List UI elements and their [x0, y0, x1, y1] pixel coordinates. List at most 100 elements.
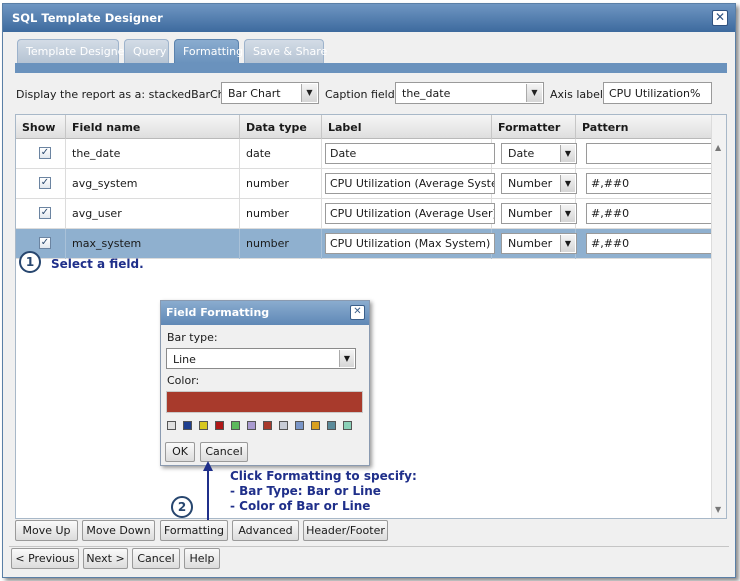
advanced-button[interactable]: Advanced [232, 520, 299, 541]
color-chip[interactable] [247, 421, 256, 430]
show-checkbox[interactable]: ✓ [39, 207, 51, 219]
move-down-button[interactable]: Move Down [82, 520, 155, 541]
bar-type-select[interactable]: Line ▼ [166, 348, 356, 369]
bar-type-label: Bar type: [167, 331, 218, 344]
axis-label-input[interactable]: CPU Utilization% [603, 82, 712, 104]
pattern-input[interactable]: #,##0 [586, 233, 714, 254]
report-settings-row: Display the report as a: stackedBarChart… [15, 82, 727, 108]
column-header-show[interactable]: Show [16, 115, 66, 139]
formatter-select[interactable]: Number ▼ [501, 203, 577, 224]
step-1-badge: 1 [19, 251, 41, 273]
column-header-pattern[interactable]: Pattern [576, 115, 712, 139]
pattern-cell: #,##0 [576, 199, 714, 229]
formatter-value: Number [508, 237, 553, 250]
chevron-down-icon[interactable]: ▼ [560, 235, 575, 252]
chevron-down-icon[interactable]: ▼ [560, 145, 575, 162]
table-row[interactable]: ✓ the_date date Date Date ▼ [16, 139, 714, 169]
fields-grid: Show Field name Data type Label Formatte… [15, 114, 727, 519]
formatting-button[interactable]: Formatting [160, 520, 228, 541]
color-chip[interactable] [183, 421, 192, 430]
sql-template-designer-window: SQL Template Designer ✕ Template Designe… [2, 3, 736, 578]
column-header-data-type[interactable]: Data type [240, 115, 322, 139]
formatter-select[interactable]: Number ▼ [501, 173, 577, 194]
pattern-cell [576, 139, 714, 169]
move-up-button[interactable]: Move Up [15, 520, 78, 541]
color-chip[interactable] [199, 421, 208, 430]
color-chip[interactable] [167, 421, 176, 430]
bar-type-value: Line [173, 353, 196, 366]
color-chip[interactable] [215, 421, 224, 430]
formatter-cell: Date ▼ [492, 139, 577, 169]
ok-button[interactable]: OK [165, 442, 195, 462]
tab-formatting[interactable]: Formatting [174, 39, 243, 63]
previous-button[interactable]: < Previous [11, 548, 79, 569]
chevron-down-icon[interactable]: ▼ [560, 205, 575, 222]
cancel-button[interactable]: Cancel [132, 548, 180, 569]
pattern-input[interactable] [586, 143, 714, 164]
caption-field-select[interactable]: the_date ▼ [395, 82, 544, 104]
tab-query[interactable]: Query [124, 39, 169, 63]
selected-color-swatch[interactable] [166, 391, 363, 413]
footer-divider [9, 546, 729, 547]
show-checkbox[interactable]: ✓ [39, 177, 51, 189]
grid-vertical-scrollbar[interactable]: ▲ ▼ [711, 115, 726, 518]
tab-save-share[interactable]: Save & Share [244, 39, 327, 63]
formatter-value: Date [508, 147, 535, 160]
color-chip[interactable] [311, 421, 320, 430]
label-input[interactable]: CPU Utilization (Max System) [325, 233, 495, 254]
table-row[interactable]: ✓ avg_user number CPU Utilization (Avera… [16, 199, 714, 229]
data-type-cell: number [240, 229, 322, 259]
chevron-down-icon[interactable]: ▼ [339, 350, 354, 367]
color-chip[interactable] [279, 421, 288, 430]
show-cell: ✓ [16, 199, 66, 229]
step-2-line: Click Formatting to specify: [230, 469, 417, 483]
label-cell: CPU Utilization (Average System) [322, 169, 495, 199]
label-input[interactable]: Date [325, 143, 495, 164]
show-cell: ✓ [16, 139, 66, 169]
show-checkbox[interactable]: ✓ [39, 147, 51, 159]
grid-header: Show Field name Data type Label Formatte… [16, 115, 712, 139]
label-input[interactable]: CPU Utilization (Average User) [325, 203, 495, 224]
close-icon[interactable]: ✕ [350, 305, 365, 320]
data-type-cell: date [240, 139, 322, 169]
color-chip[interactable] [327, 421, 336, 430]
formatter-select[interactable]: Number ▼ [501, 233, 577, 254]
field-name-cell: max_system [66, 229, 240, 259]
scroll-up-icon[interactable]: ▲ [715, 143, 721, 152]
show-checkbox[interactable]: ✓ [39, 237, 51, 249]
color-chip[interactable] [295, 421, 304, 430]
show-cell: ✓ [16, 169, 66, 199]
tab-template-designer[interactable]: Template Designer [17, 39, 129, 63]
chart-type-select[interactable]: Bar Chart ▼ [221, 82, 319, 104]
formatter-cell: Number ▼ [492, 199, 577, 229]
arrow-up-icon [203, 461, 213, 525]
formatter-select[interactable]: Date ▼ [501, 143, 577, 164]
table-row-selected[interactable]: ✓ max_system number CPU Utilization (Max… [16, 229, 714, 259]
close-icon[interactable]: ✕ [712, 10, 728, 26]
column-header-field-name[interactable]: Field name [66, 115, 240, 139]
header-footer-button[interactable]: Header/Footer [303, 520, 388, 541]
color-chip[interactable] [231, 421, 240, 430]
pattern-input[interactable]: #,##0 [586, 203, 714, 224]
formatter-cell: Number ▼ [492, 169, 577, 199]
field-name-cell: avg_user [66, 199, 240, 229]
help-button[interactable]: Help [184, 548, 220, 569]
pattern-input[interactable]: #,##0 [586, 173, 714, 194]
field-name-cell: avg_system [66, 169, 240, 199]
column-header-label[interactable]: Label [322, 115, 492, 139]
color-chip[interactable] [263, 421, 272, 430]
chevron-down-icon[interactable]: ▼ [301, 84, 317, 102]
data-type-cell: number [240, 169, 322, 199]
scroll-down-icon[interactable]: ▼ [715, 505, 721, 514]
chevron-down-icon[interactable]: ▼ [560, 175, 575, 192]
field-formatting-dialog: Field Formatting ✕ Bar type: Line ▼ Colo… [160, 300, 370, 466]
label-input[interactable]: CPU Utilization (Average System) [325, 173, 495, 194]
step-2-line: - Bar Type: Bar or Line [230, 484, 381, 498]
axis-label-label: Axis label: [550, 88, 607, 101]
color-chip[interactable] [343, 421, 352, 430]
column-header-formatter[interactable]: Formatter [492, 115, 576, 139]
pattern-cell: #,##0 [576, 169, 714, 199]
chevron-down-icon[interactable]: ▼ [526, 84, 542, 102]
next-button[interactable]: Next > [83, 548, 128, 569]
table-row[interactable]: ✓ avg_system number CPU Utilization (Ave… [16, 169, 714, 199]
